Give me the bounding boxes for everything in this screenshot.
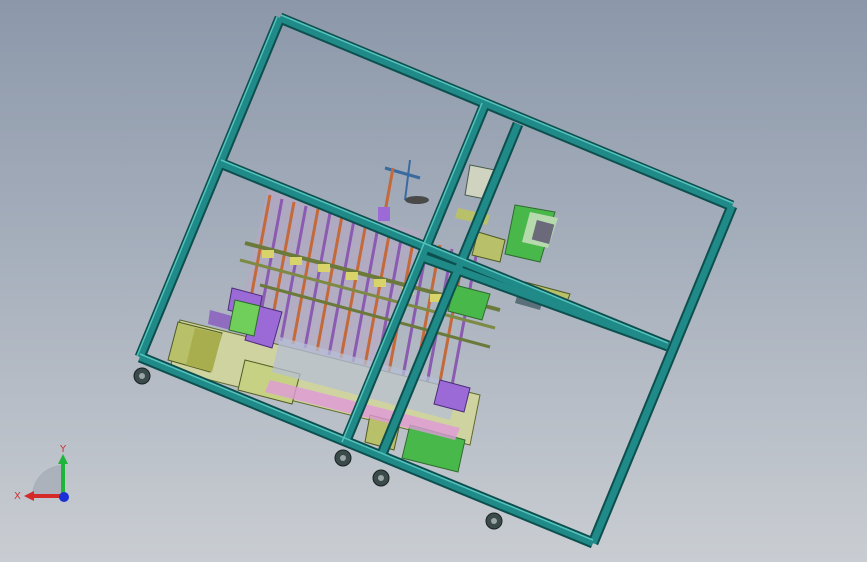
caster-wheel	[372, 469, 390, 487]
caster-wheel	[133, 367, 151, 385]
z-axis-dot	[59, 492, 69, 502]
3d-model-scene[interactable]	[0, 0, 867, 562]
caster-wheel	[485, 512, 503, 530]
caster-wheel	[334, 449, 352, 467]
x-axis-label: X	[14, 491, 21, 502]
y-axis-label: Y	[59, 444, 67, 455]
top-arm	[378, 159, 429, 221]
coordinate-triad: Y X	[14, 444, 69, 502]
graphics-viewport[interactable]: Y X	[0, 0, 867, 562]
triad-quadrant	[32, 465, 63, 496]
